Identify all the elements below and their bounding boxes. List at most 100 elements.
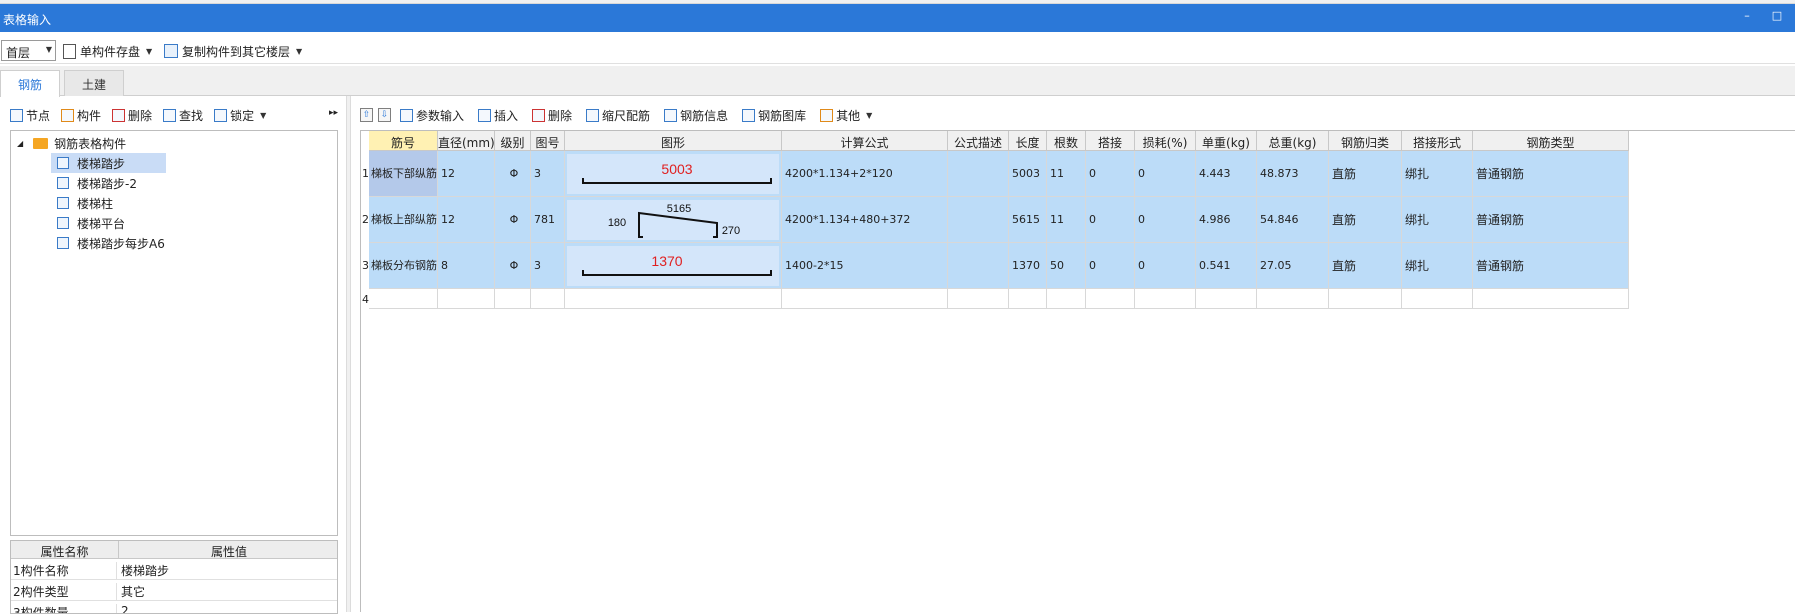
tab-rebar[interactable]: 钢筋 bbox=[0, 70, 60, 97]
grid-header[interactable]: 总重(kg) bbox=[1257, 131, 1329, 151]
cell-count[interactable]: 50 bbox=[1047, 243, 1086, 289]
grid-header[interactable]: 图形 bbox=[565, 131, 782, 151]
cell-description[interactable] bbox=[948, 243, 1009, 289]
cell-figure-no[interactable]: 3 bbox=[531, 151, 565, 197]
find-button[interactable]: 查找 bbox=[163, 107, 203, 124]
cell-count[interactable]: 11 bbox=[1047, 197, 1086, 243]
empty-cell[interactable] bbox=[1402, 289, 1473, 309]
cell-total-weight[interactable]: 27.05 bbox=[1257, 243, 1329, 289]
cell-diameter[interactable]: 12 bbox=[438, 151, 495, 197]
empty-cell[interactable] bbox=[565, 289, 782, 309]
copy-to-floor-button[interactable]: 复制构件到其它楼层 ▼ bbox=[164, 42, 302, 60]
empty-cell[interactable] bbox=[1135, 289, 1196, 309]
empty-cell[interactable] bbox=[1329, 289, 1402, 309]
empty-cell[interactable] bbox=[369, 289, 438, 309]
cell-unit-weight[interactable]: 4.986 bbox=[1196, 197, 1257, 243]
cell-formula[interactable]: 4200*1.134+2*120 bbox=[782, 151, 948, 197]
cell-diameter[interactable]: 12 bbox=[438, 197, 495, 243]
floor-select[interactable]: 首层 ▼ bbox=[1, 40, 56, 61]
cell-lap[interactable]: 0 bbox=[1086, 151, 1135, 197]
cell-shape[interactable]: 5003 bbox=[565, 151, 782, 197]
cell-figure-no[interactable]: 781 bbox=[531, 197, 565, 243]
pane-splitter[interactable] bbox=[346, 96, 351, 612]
empty-cell[interactable] bbox=[1473, 289, 1629, 309]
cell-grade[interactable]: Φ bbox=[495, 243, 531, 289]
cell-count[interactable]: 11 bbox=[1047, 151, 1086, 197]
grid-header[interactable]: 长度 bbox=[1009, 131, 1047, 151]
save-component-button[interactable]: 单构件存盘 ▼ bbox=[63, 42, 152, 60]
cell-category[interactable]: 直筋 bbox=[1329, 151, 1402, 197]
other-button[interactable]: 其他 ▼ bbox=[820, 107, 872, 124]
cell-rebar-type[interactable]: 普通钢筋 bbox=[1473, 197, 1629, 243]
grid-header[interactable]: 公式描述 bbox=[948, 131, 1009, 151]
empty-cell[interactable] bbox=[1086, 289, 1135, 309]
rebar-info-button[interactable]: 钢筋信息 bbox=[664, 107, 728, 124]
cell-description[interactable] bbox=[948, 151, 1009, 197]
move-up-icon[interactable]: ⇧ bbox=[360, 108, 373, 122]
grid-header[interactable]: 级别 bbox=[495, 131, 531, 151]
empty-cell[interactable] bbox=[438, 289, 495, 309]
cell-shape[interactable]: 5165 180 270 bbox=[565, 197, 782, 243]
grid-header[interactable]: 钢筋归类 bbox=[1329, 131, 1402, 151]
cell-formula[interactable]: 4200*1.134+480+372 bbox=[782, 197, 948, 243]
minimize-icon[interactable]: – bbox=[1740, 9, 1754, 25]
cell-lap-type[interactable]: 绑扎 bbox=[1402, 151, 1473, 197]
props-row[interactable]: 1构件名称 楼梯踏步 bbox=[11, 559, 337, 580]
cell-loss[interactable]: 0 bbox=[1135, 197, 1196, 243]
empty-cell[interactable] bbox=[948, 289, 1009, 309]
lock-button[interactable]: 锁定 ▼ bbox=[214, 107, 266, 124]
grid-header[interactable]: 钢筋类型 bbox=[1473, 131, 1629, 151]
delete-row-button[interactable]: 删除 bbox=[532, 107, 572, 124]
props-row[interactable]: 2构件类型 其它 bbox=[11, 580, 337, 601]
empty-cell[interactable] bbox=[531, 289, 565, 309]
grid-header[interactable]: 损耗(%) bbox=[1135, 131, 1196, 151]
cell-loss[interactable]: 0 bbox=[1135, 151, 1196, 197]
delete-button[interactable]: 删除 bbox=[112, 107, 152, 124]
tree-item-stair-step-a6[interactable]: 楼梯踏步每步A6 bbox=[57, 233, 165, 253]
tree-item-stair-step[interactable]: 楼梯踏步 bbox=[51, 153, 166, 173]
cell-shape[interactable]: 1370 bbox=[565, 243, 782, 289]
cell-name[interactable]: 梯板下部纵筋 bbox=[369, 151, 438, 197]
grid-header[interactable]: 筋号 bbox=[369, 131, 438, 151]
tab-civil[interactable]: 土建 bbox=[64, 70, 124, 96]
tree-item-stair-step-2[interactable]: 楼梯踏步-2 bbox=[57, 173, 137, 193]
expand-icon[interactable]: ▸▸ bbox=[329, 108, 338, 118]
tree-item-stair-platform[interactable]: 楼梯平台 bbox=[57, 213, 125, 233]
cell-loss[interactable]: 0 bbox=[1135, 243, 1196, 289]
empty-cell[interactable] bbox=[782, 289, 948, 309]
grid-header[interactable]: 单重(kg) bbox=[1196, 131, 1257, 151]
cell-name[interactable]: 梯板上部纵筋 bbox=[369, 197, 438, 243]
node-button[interactable]: 节点 bbox=[10, 107, 50, 124]
move-down-icon[interactable]: ⇩ bbox=[378, 108, 391, 122]
empty-cell[interactable] bbox=[1047, 289, 1086, 309]
cell-length[interactable]: 5615 bbox=[1009, 197, 1047, 243]
component-button[interactable]: 构件 bbox=[61, 107, 101, 124]
cell-length[interactable]: 5003 bbox=[1009, 151, 1047, 197]
tree-item-stair-column[interactable]: 楼梯柱 bbox=[57, 193, 113, 213]
cell-lap[interactable]: 0 bbox=[1086, 243, 1135, 289]
grid-header[interactable]: 图号 bbox=[531, 131, 565, 151]
grid-header[interactable]: 搭接 bbox=[1086, 131, 1135, 151]
cell-grade[interactable]: Φ bbox=[495, 151, 531, 197]
cell-category[interactable]: 直筋 bbox=[1329, 243, 1402, 289]
maximize-icon[interactable]: □ bbox=[1770, 9, 1784, 25]
param-input-button[interactable]: 参数输入 bbox=[400, 107, 464, 124]
empty-cell[interactable] bbox=[1257, 289, 1329, 309]
cell-formula[interactable]: 1400-2*15 bbox=[782, 243, 948, 289]
cell-unit-weight[interactable]: 4.443 bbox=[1196, 151, 1257, 197]
grid-header[interactable]: 计算公式 bbox=[782, 131, 948, 151]
cell-grade[interactable]: Φ bbox=[495, 197, 531, 243]
rebar-library-button[interactable]: 钢筋图库 bbox=[742, 107, 806, 124]
empty-cell[interactable] bbox=[495, 289, 531, 309]
cell-category[interactable]: 直筋 bbox=[1329, 197, 1402, 243]
insert-button[interactable]: 插入 bbox=[478, 107, 518, 124]
collapse-icon[interactable]: ◢ bbox=[17, 139, 23, 148]
cell-unit-weight[interactable]: 0.541 bbox=[1196, 243, 1257, 289]
empty-cell[interactable] bbox=[1196, 289, 1257, 309]
tree-root[interactable]: ◢ 钢筋表格构件 bbox=[17, 133, 126, 153]
empty-cell[interactable] bbox=[1009, 289, 1047, 309]
cell-description[interactable] bbox=[948, 197, 1009, 243]
cell-length[interactable]: 1370 bbox=[1009, 243, 1047, 289]
scale-rebar-button[interactable]: 缩尺配筋 bbox=[586, 107, 650, 124]
cell-rebar-type[interactable]: 普通钢筋 bbox=[1473, 243, 1629, 289]
